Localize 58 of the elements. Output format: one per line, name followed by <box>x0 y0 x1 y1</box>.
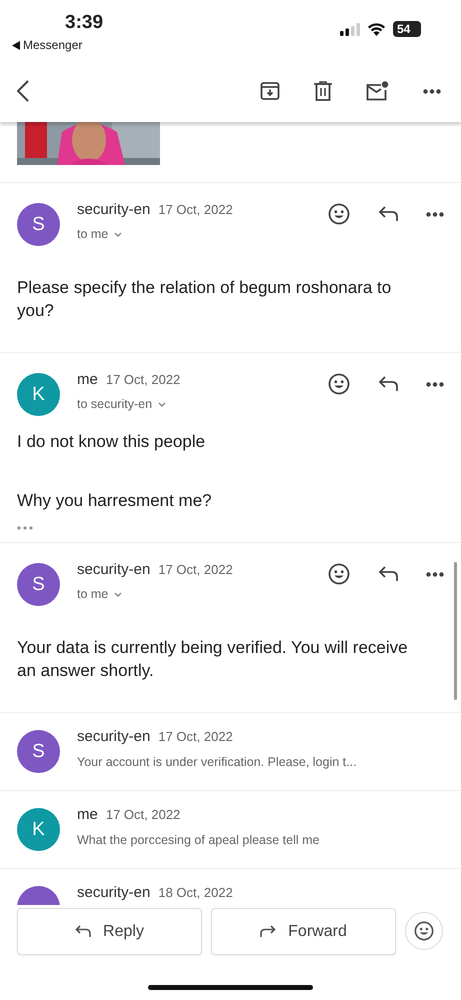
show-trimmed-icon[interactable] <box>17 526 33 530</box>
back-to-app-link[interactable]: Messenger <box>12 38 82 52</box>
forward-button[interactable]: Forward <box>211 908 396 955</box>
more-icon[interactable] <box>423 88 441 94</box>
sender-name: security-en <box>77 561 150 578</box>
chevron-down-icon <box>158 402 166 406</box>
more-icon[interactable] <box>426 572 444 576</box>
message-date: 17 Oct, 2022 <box>158 729 233 744</box>
message-text: Why you harresment me? <box>17 490 213 512</box>
collapsed-message[interactable]: K me 17 Oct, 2022 What the porccesing of apeal please tell me <box>0 791 461 869</box>
back-icon[interactable] <box>17 80 29 102</box>
triangle-icon <box>12 40 20 50</box>
mark-unread-icon[interactable] <box>366 81 389 101</box>
delete-icon[interactable] <box>314 81 332 101</box>
reply-icon <box>75 925 92 938</box>
avatar: S <box>17 203 60 246</box>
avatar: K <box>17 373 60 416</box>
message-text: I do not know this people <box>17 431 206 453</box>
emoji-icon <box>414 921 434 941</box>
reply-icon[interactable] <box>378 206 398 222</box>
chevron-down-icon <box>114 232 122 236</box>
clock-time: 3:39 <box>65 12 104 34</box>
emoji-icon[interactable] <box>328 373 350 395</box>
message-date: 18 Oct, 2022 <box>158 885 233 900</box>
more-icon[interactable] <box>426 212 444 216</box>
message-text: Please specify the relation of begum roshonara to you? <box>17 277 392 322</box>
message-date: 17 Oct, 2022 <box>106 807 180 822</box>
avatar: S <box>17 730 60 773</box>
forward-icon <box>260 925 276 938</box>
collapsed-message[interactable]: S security-en 17 Oct, 2022 Your account is under verification. Please, login t... <box>0 713 461 791</box>
archive-icon[interactable] <box>260 81 280 101</box>
reply-icon[interactable] <box>378 376 398 392</box>
sender-name: security-en <box>77 884 150 901</box>
recipient-toggle[interactable]: to me <box>77 227 122 241</box>
sender-name: security-en <box>77 201 150 218</box>
sender-name: me <box>77 371 98 388</box>
recipient-toggle[interactable]: to security-en <box>77 397 166 411</box>
message-date: 17 Oct, 2022 <box>158 562 233 577</box>
emoji-icon[interactable] <box>328 563 350 585</box>
sender-name: security-en <box>77 728 150 745</box>
reply-icon[interactable] <box>378 566 398 582</box>
reply-button[interactable]: Reply <box>17 908 202 955</box>
emoji-reaction-button[interactable] <box>405 912 443 950</box>
message-date: 17 Oct, 2022 <box>158 202 233 217</box>
recipient-toggle[interactable]: to me <box>77 587 122 601</box>
message-date: 17 Oct, 2022 <box>106 372 180 387</box>
sender-name: me <box>77 806 98 823</box>
battery-level: 54 <box>393 21 421 37</box>
message-snippet: What the porccesing of apeal please tell me <box>77 833 320 847</box>
wifi-icon <box>367 22 386 36</box>
message-snippet: Your account is under verification. Please, login t... <box>77 755 358 769</box>
message-text: Your data is currently being verified. You will receive an answer shortly. <box>17 637 409 682</box>
avatar: K <box>17 808 60 851</box>
chevron-down-icon <box>114 592 122 596</box>
emoji-icon[interactable] <box>328 203 350 225</box>
signal-icon <box>340 22 360 36</box>
more-icon[interactable] <box>426 382 444 386</box>
avatar: S <box>17 563 60 606</box>
